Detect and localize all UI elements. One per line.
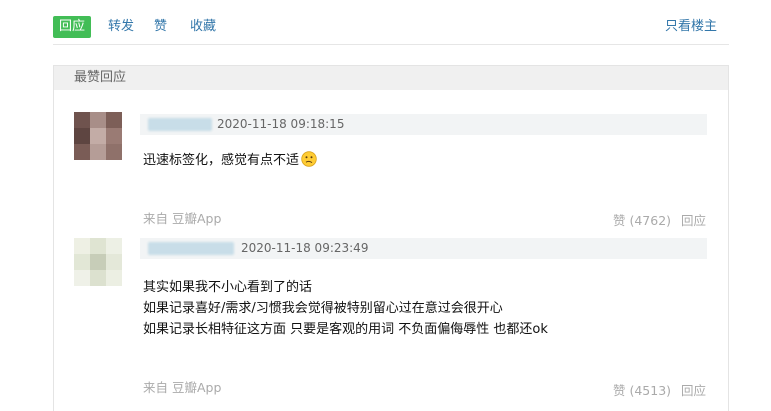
avatar-image [74,112,122,160]
comment-line: 如果记录长相特征这方面 只要是客观的用词 不负面偏侮辱性 也都还ok [143,322,548,337]
tab-reposts[interactable]: 转发 [108,18,134,36]
avatar[interactable] [74,112,122,160]
comment-actions: 赞 (4513) 回应 [613,380,706,399]
tab-collections[interactable]: 收藏 [190,18,216,36]
comment-body: 迅速标签化，感觉有点不适 [143,150,317,174]
comment-line: 如果记录喜好/需求/习惯我会觉得被特别留心过在意过会很开心 [143,301,503,316]
username[interactable] [148,118,212,131]
comment-source: 来自 豆瓣App [143,211,222,226]
comment-timestamp: 2020-11-18 09:23:49 [241,241,369,255]
tab-likes[interactable]: 赞 [154,18,167,36]
username[interactable] [148,242,234,255]
tab-bar: 回应 转发 赞 收藏 只看楼主 [53,16,729,38]
comment-source: 来自 豆瓣App [143,380,222,395]
comment-body: 其实如果我不小心看到了的话 如果记录喜好/需求/习惯我会觉得被特别留心过在意过会… [143,277,548,340]
like-button[interactable]: 赞 (4513) [613,383,671,398]
confused-face-icon [301,151,317,174]
comment-line: 其实如果我不小心看到了的话 [143,280,313,295]
comment-meta: 2020-11-18 09:23:49 [140,238,707,259]
comment-actions: 赞 (4762) 回应 [613,210,706,229]
comment-timestamp: 2020-11-18 09:18:15 [217,117,345,131]
comment-line: 迅速标签化，感觉有点不适 [143,153,300,168]
reply-button[interactable]: 回应 [681,213,706,228]
like-button[interactable]: 赞 (4762) [613,213,671,228]
only-op-link[interactable]: 只看楼主 [665,18,717,36]
avatar[interactable] [74,238,122,286]
panel-title: 最赞回应 [54,66,728,90]
comment-meta: 2020-11-18 09:18:15 [140,114,707,135]
tab-replies[interactable]: 回应 [53,16,92,38]
divider [53,44,729,45]
avatar-image [74,238,122,286]
reply-button[interactable]: 回应 [681,383,706,398]
